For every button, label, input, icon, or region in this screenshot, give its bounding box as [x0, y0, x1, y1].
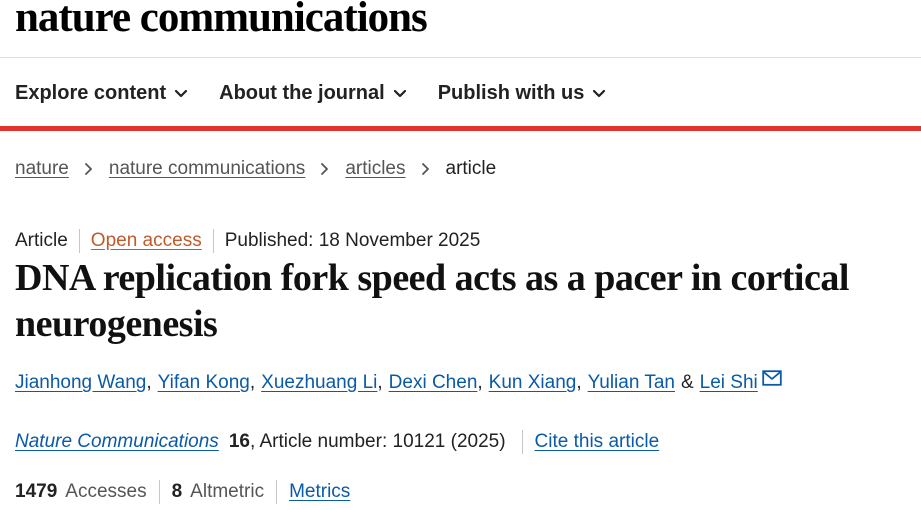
volume-number: 16 [228, 431, 250, 452]
meta-divider [78, 229, 80, 253]
author-link[interactable]: Kun Xiang [489, 372, 577, 394]
article-title: DNA replication fork speed acts as a pac… [15, 257, 849, 345]
open-access-link[interactable]: Open access [91, 230, 202, 252]
nav-about-journal[interactable]: About the journal [219, 78, 407, 108]
accent-bar [0, 126, 921, 131]
metrics-divider [276, 480, 278, 504]
article-type: Article [15, 230, 68, 251]
nav-item-label: About the journal [219, 81, 385, 104]
metrics-link[interactable]: Metrics [289, 481, 350, 503]
meta-divider [212, 229, 214, 253]
author-ampersand: & [680, 372, 694, 393]
altmetric-label: Altmetric [190, 481, 265, 502]
nav-item-label: Explore content [15, 81, 167, 104]
nav-publish-with-us[interactable]: Publish with us [438, 78, 607, 108]
metrics-divider [158, 480, 160, 504]
author-list: Jianhong Wang, Yifan Kong, Xuezhuang Li,… [15, 370, 782, 394]
author-link[interactable]: Yulian Tan [588, 372, 675, 394]
chevron-down-icon [175, 89, 188, 98]
breadcrumb: nature nature communications articles ar… [15, 158, 496, 180]
cite-this-article-link[interactable]: Cite this article [535, 431, 660, 453]
published-date: Published: 18 November 2025 [224, 230, 481, 251]
masthead: nature communications [15, 0, 428, 46]
nav-explore-content[interactable]: Explore content [15, 78, 188, 108]
accesses-label: Accesses [65, 481, 147, 502]
article-number: , Article number: 10121 (2025) [249, 431, 506, 452]
journal-logo[interactable]: nature communications [15, 0, 428, 46]
author-link[interactable]: Yifan Kong [158, 372, 250, 394]
author-link[interactable]: Xuezhuang Li [261, 372, 377, 394]
chevron-right-icon [421, 163, 429, 175]
journal-link[interactable]: Nature Communications [15, 431, 219, 453]
main-nav: Explore content About the journal Publis… [15, 78, 637, 108]
chevron-down-icon [593, 89, 606, 98]
mail-icon[interactable] [762, 370, 782, 386]
accesses-count: 1479 [15, 481, 58, 502]
author-link[interactable]: Jianhong Wang [15, 372, 146, 394]
citation-divider [521, 430, 523, 454]
breadcrumb-current: article [445, 158, 497, 179]
citation-row: Nature Communications 16 , Article numbe… [15, 430, 659, 454]
corresponding-author-link[interactable]: Lei Shi [700, 372, 758, 394]
chevron-right-icon [321, 163, 329, 175]
header-divider [0, 57, 921, 58]
article-meta: Article Open access Published: 18 Novemb… [15, 229, 480, 253]
metrics-row: 1479 Accesses 8 Altmetric Metrics [15, 480, 350, 504]
chevron-down-icon [393, 89, 406, 98]
breadcrumb-link-nature-communications[interactable]: nature communications [109, 158, 305, 180]
breadcrumb-link-nature[interactable]: nature [15, 158, 69, 180]
chevron-right-icon [84, 163, 92, 175]
altmetric-count: 8 [171, 481, 183, 502]
breadcrumb-link-articles[interactable]: articles [345, 158, 405, 180]
author-link[interactable]: Dexi Chen [389, 372, 478, 394]
nav-item-label: Publish with us [437, 81, 585, 104]
